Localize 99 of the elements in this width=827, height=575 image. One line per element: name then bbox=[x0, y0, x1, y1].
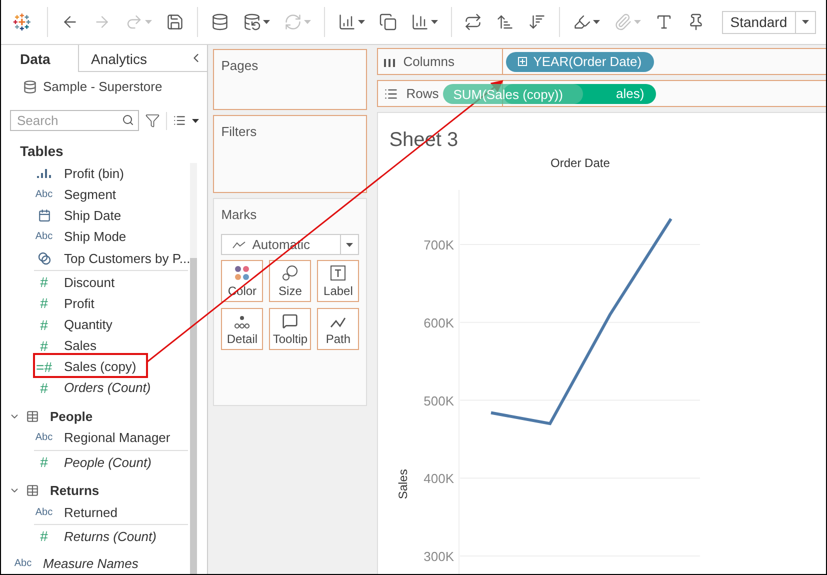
field-name[interactable]: Returned bbox=[64, 504, 118, 520]
mark-property-button[interactable]: Size bbox=[269, 260, 312, 302]
table-icon bbox=[26, 410, 39, 423]
caret-icon bbox=[358, 20, 364, 24]
table-name[interactable]: People bbox=[50, 408, 93, 424]
field-name[interactable]: People (Count) bbox=[64, 454, 152, 470]
database-icon bbox=[23, 80, 37, 94]
bar-chart-icon bbox=[410, 13, 428, 31]
set-icon bbox=[38, 252, 50, 265]
field-type-glyph: # bbox=[39, 528, 49, 544]
axis-tick-label: 600K bbox=[424, 315, 454, 330]
field-type-glyph: Abc bbox=[34, 506, 54, 518]
columns-icon bbox=[384, 56, 396, 67]
caret-icon bbox=[192, 118, 199, 122]
caret-icon bbox=[593, 20, 600, 24]
card-title: Pages bbox=[221, 58, 260, 73]
repeat-icon bbox=[464, 13, 482, 31]
field-type-glyph: # bbox=[39, 454, 49, 470]
table-icon bbox=[26, 484, 39, 498]
card-title: Filters bbox=[221, 124, 258, 139]
field-type-glyph: Abc bbox=[34, 189, 54, 200]
axis-title: Sales bbox=[396, 469, 410, 500]
sort-ascending-icon bbox=[496, 13, 514, 31]
field-type-glyph: # bbox=[39, 338, 49, 354]
field-type-glyph: Abc bbox=[34, 231, 54, 242]
caret-icon bbox=[304, 20, 311, 24]
mark-property-button[interactable]: Tooltip bbox=[269, 308, 312, 350]
mark-property-button[interactable]: Detail bbox=[221, 308, 264, 350]
field-name[interactable]: Regional Manager bbox=[64, 430, 170, 446]
caret-icon bbox=[262, 20, 270, 24]
shelf-label: Columns bbox=[403, 54, 455, 69]
field-type-glyph: Abc bbox=[13, 558, 33, 569]
tooltip-icon bbox=[282, 313, 298, 329]
search-icon bbox=[122, 114, 134, 126]
column-header: Order Date bbox=[550, 156, 610, 170]
field-type-glyph: # bbox=[39, 274, 49, 290]
field-name[interactable]: Measure Names bbox=[43, 556, 138, 571]
field-type-glyph: # bbox=[39, 295, 49, 312]
field-name[interactable]: Segment bbox=[64, 187, 116, 202]
caret-icon bbox=[802, 20, 809, 24]
field-type-glyph: =# bbox=[35, 358, 53, 375]
field-name[interactable]: Ship Mode bbox=[64, 229, 126, 244]
field-name[interactable]: Orders (Count) bbox=[64, 380, 151, 396]
calendar-icon bbox=[38, 209, 50, 222]
table-name[interactable]: Returns bbox=[50, 483, 100, 498]
axis-tick-label: 300K bbox=[424, 549, 454, 564]
caret-icon bbox=[634, 20, 642, 24]
field-type-glyph: # bbox=[39, 316, 49, 333]
field-name[interactable]: Quantity bbox=[64, 317, 112, 332]
caret-icon bbox=[430, 20, 438, 24]
database-icon bbox=[242, 13, 261, 31]
caret-icon bbox=[346, 242, 354, 246]
list-view-icon[interactable] bbox=[173, 114, 186, 127]
rows-icon bbox=[384, 86, 398, 100]
mark-property-button[interactable]: Path bbox=[317, 308, 360, 350]
fit-dropdown[interactable]: Standard bbox=[722, 10, 816, 34]
paperclip-icon bbox=[614, 13, 632, 31]
expand-icon bbox=[518, 57, 528, 66]
color-dots-icon bbox=[234, 265, 250, 281]
field-name[interactable]: Profit (bin) bbox=[64, 166, 124, 182]
redo-icon bbox=[124, 13, 143, 31]
size-icon bbox=[282, 265, 298, 281]
field-name[interactable]: Sales bbox=[64, 338, 97, 354]
database-icon bbox=[210, 13, 229, 31]
filter-icon[interactable] bbox=[145, 113, 160, 128]
field-type-glyph: # bbox=[39, 380, 49, 396]
refresh-icon bbox=[284, 13, 302, 31]
logo-icon[interactable] bbox=[13, 12, 31, 32]
data-source-name[interactable]: Sample - Superstore bbox=[43, 79, 162, 94]
caret-icon bbox=[144, 20, 152, 24]
text-icon bbox=[655, 13, 674, 31]
text-label-icon bbox=[330, 265, 346, 281]
line-icon bbox=[232, 240, 246, 248]
scrollbar[interactable] bbox=[190, 163, 198, 574]
field-name[interactable]: Profit bbox=[64, 296, 94, 311]
section-heading: Tables bbox=[19, 142, 64, 161]
pane-tab[interactable]: Data bbox=[1, 45, 78, 72]
save-icon bbox=[166, 13, 184, 31]
shelf-label: Rows bbox=[406, 86, 439, 101]
pane-tab[interactable]: Analytics bbox=[78, 45, 186, 72]
field-type-glyph: Abc bbox=[34, 432, 54, 444]
detail-dots-icon bbox=[234, 315, 250, 329]
card-title: Marks bbox=[221, 207, 258, 222]
bar-chart-icon bbox=[338, 13, 356, 31]
copy-icon bbox=[378, 13, 396, 31]
path-line-icon bbox=[330, 317, 346, 329]
search-field[interactable]: Search bbox=[10, 110, 139, 131]
axis-tick-label: 400K bbox=[424, 471, 454, 486]
sort-descending-icon bbox=[528, 13, 546, 31]
field-name[interactable]: Top Customers by P... bbox=[64, 250, 190, 266]
field-name[interactable]: Ship Date bbox=[64, 208, 122, 224]
bins-icon bbox=[37, 169, 51, 178]
axis-tick-label: 700K bbox=[424, 238, 454, 253]
field-name[interactable]: Returns (Count) bbox=[64, 528, 156, 544]
field-name[interactable]: Discount bbox=[64, 274, 115, 290]
axis-tick-label: 500K bbox=[424, 393, 454, 408]
highlighter-icon bbox=[573, 13, 592, 31]
mark-property-button[interactable]: Label bbox=[317, 260, 360, 302]
field-name[interactable]: Sales (copy) bbox=[64, 359, 136, 374]
